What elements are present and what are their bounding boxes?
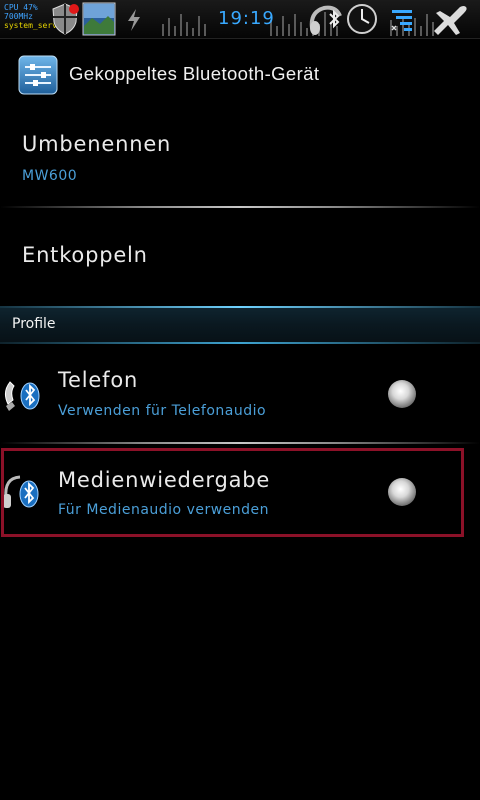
security-shield-icon bbox=[52, 3, 79, 35]
title-bar: Gekoppeltes Bluetooth-Gerät bbox=[0, 39, 480, 111]
rename-label: Umbenennen bbox=[22, 132, 172, 156]
photo-thumbnail-icon bbox=[82, 2, 116, 36]
page-title: Gekoppeltes Bluetooth-Gerät bbox=[69, 63, 320, 84]
divider bbox=[0, 206, 480, 208]
bluetooth-headset-icon bbox=[309, 5, 342, 35]
airplane-mode-icon bbox=[434, 6, 467, 35]
clock-icon bbox=[347, 4, 377, 34]
status-bar[interactable]: CPU 47% 700MHz system_server 19:19 bbox=[0, 0, 480, 39]
clock-time: 19:19 bbox=[218, 8, 275, 29]
unpair-item[interactable]: Entkoppeln bbox=[0, 210, 480, 304]
divider bbox=[0, 442, 480, 444]
profile-item-phone[interactable]: Telefon Verwenden für Telefonaudio bbox=[0, 346, 480, 442]
profiles-header-label: Profile bbox=[12, 316, 56, 332]
header-glow-bottom bbox=[0, 342, 480, 344]
profiles-section-header: Profile bbox=[0, 306, 480, 344]
phone-profile-checkbox[interactable] bbox=[388, 380, 416, 408]
signal-icon bbox=[391, 10, 412, 31]
settings-sliders-icon bbox=[18, 55, 58, 95]
header-glow-top bbox=[0, 306, 480, 308]
usb-icon bbox=[128, 9, 140, 31]
unpair-label: Entkoppeln bbox=[22, 243, 148, 267]
rename-item[interactable]: Umbenennen MW600 bbox=[0, 112, 480, 206]
bluetooth-phone-icon bbox=[4, 381, 40, 411]
device-name-value: MW600 bbox=[22, 168, 78, 184]
selection-highlight bbox=[1, 448, 464, 537]
phone-profile-title: Telefon bbox=[58, 368, 139, 392]
phone-profile-subtitle: Verwenden für Telefonaudio bbox=[58, 403, 267, 419]
